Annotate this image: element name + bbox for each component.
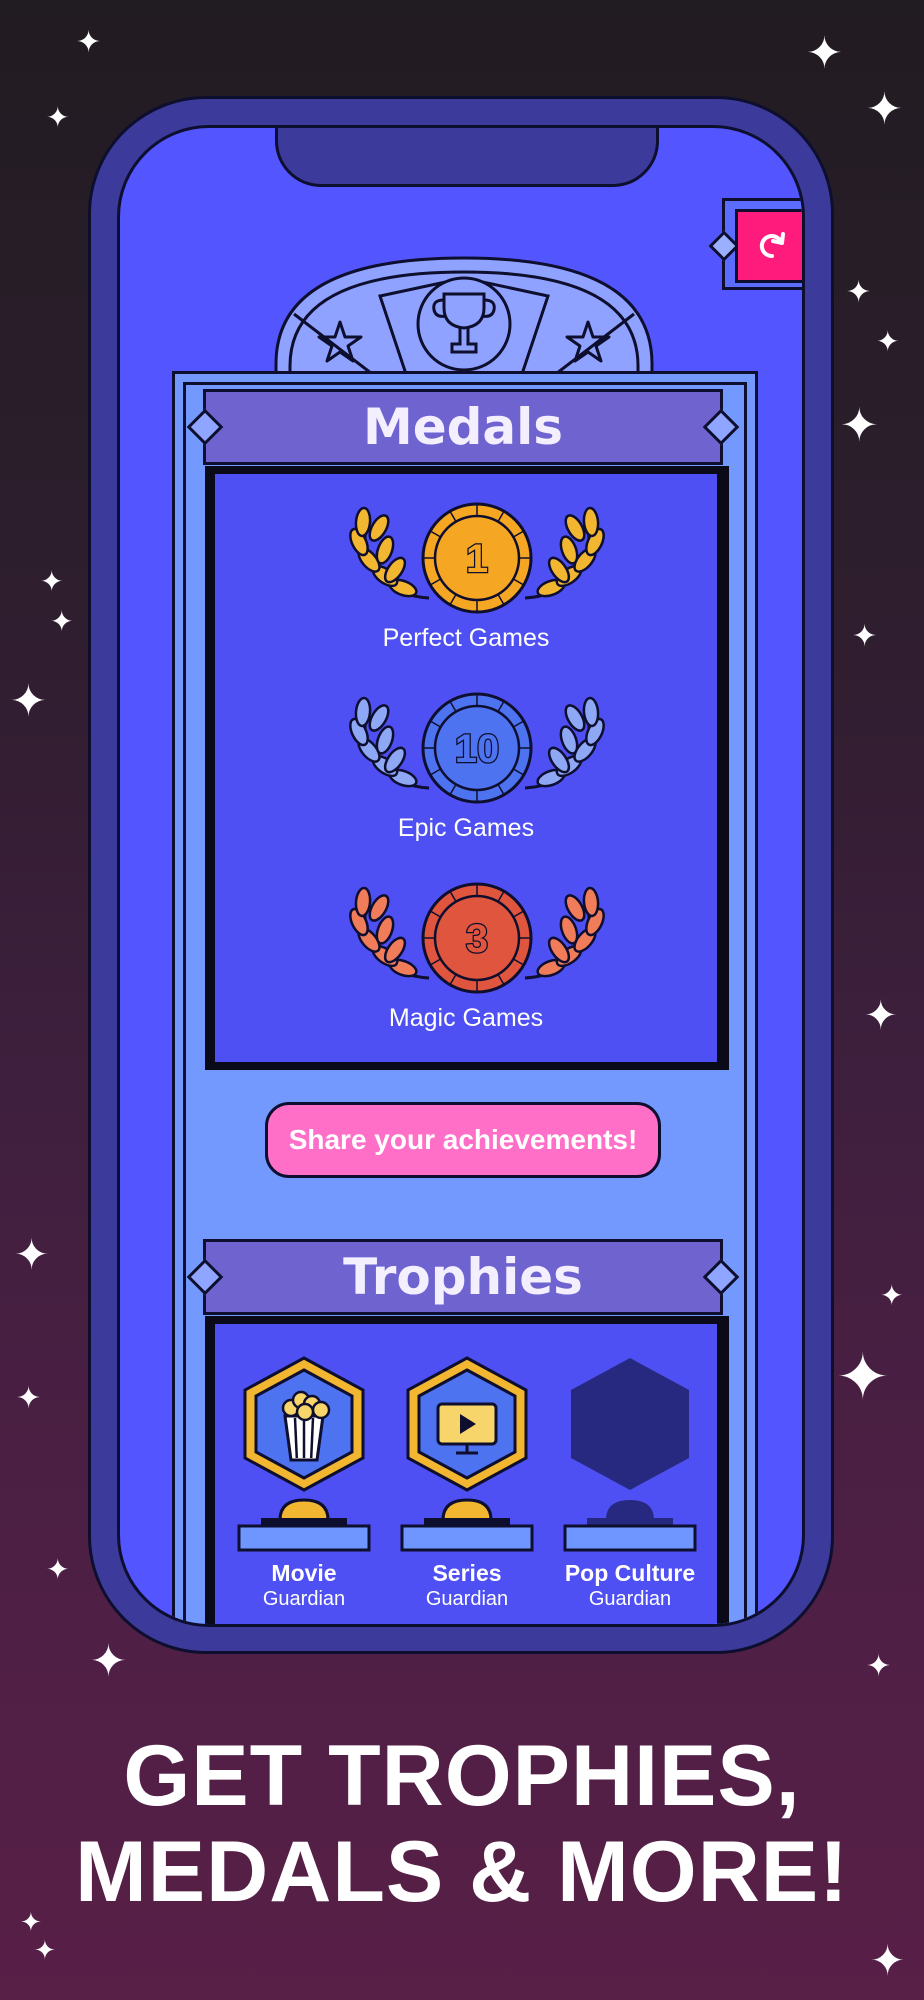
- medal-epic-games[interactable]: 10 Epic Games: [215, 690, 717, 870]
- phone-mockup: Medals 1 Perfect Games 10 Epic Games 3 Magi…: [88, 96, 834, 1654]
- medals-title: Medals: [362, 398, 564, 456]
- sparkle-icon: ✦: [866, 1649, 892, 1684]
- trophy-subtitle: Guardian: [262, 1588, 346, 1610]
- medal-laurel-icon: 3: [349, 882, 605, 994]
- trophies-title: Trophies: [343, 1248, 583, 1306]
- trophy-name: Movie: [271, 1560, 337, 1586]
- medal-count: 1: [466, 537, 488, 581]
- share-button-label: Share your achievements!: [288, 1124, 638, 1155]
- sparkle-icon: ✦: [840, 398, 879, 452]
- trophy-subtitle: Guardian: [588, 1588, 672, 1610]
- sparkle-icon: ✦: [40, 565, 64, 598]
- trophy-movie-guardian[interactable]: Movie Guardian: [237, 1354, 371, 1614]
- phone-notch: [275, 128, 659, 187]
- headline-line-1: GET TROPHIES,: [123, 1728, 801, 1824]
- sparkle-icon: ✦: [806, 28, 843, 79]
- tv-icon: [400, 1356, 534, 1552]
- achievements-frame: Medals 1 Perfect Games 10 Epic Games 3 Magi…: [172, 371, 758, 1624]
- sparkle-icon: ✦: [46, 1553, 70, 1586]
- trophy-name: Series: [432, 1560, 502, 1586]
- medal-laurel-icon: 1: [349, 502, 605, 614]
- medal-label: Perfect Games: [382, 624, 550, 652]
- trophies-banner: Trophies: [186, 1239, 740, 1315]
- medal-magic-games[interactable]: 3 Magic Games: [215, 880, 717, 1060]
- refresh-button[interactable]: [708, 198, 802, 290]
- medal-count: 3: [466, 917, 488, 961]
- trophies-panel: Movie Guardian Series Guardian Pop Cultu…: [205, 1316, 729, 1624]
- sparkle-icon: ✦: [836, 1341, 890, 1415]
- share-achievements-button[interactable]: Share your achievements!: [265, 1102, 661, 1178]
- medals-panel: 1 Perfect Games 10 Epic Games 3 Magic Games: [205, 466, 729, 1070]
- sparkle-icon: ✦: [10, 676, 47, 727]
- medal-label: Epic Games: [397, 814, 535, 842]
- medals-banner: Medals: [186, 389, 740, 465]
- sparkle-icon: ✦: [90, 1636, 127, 1687]
- sparkle-icon: ✦: [34, 1936, 56, 1966]
- trophy-name: Pop Culture: [564, 1560, 696, 1586]
- popcorn-icon: [237, 1356, 371, 1552]
- sparkle-icon: ✦: [50, 605, 74, 638]
- headline-line-2: MEDALS & MORE!: [75, 1824, 849, 1920]
- sparkle-icon: ✦: [846, 275, 872, 310]
- trophy-series-guardian[interactable]: Series Guardian: [400, 1354, 534, 1614]
- sparkle-icon: ✦: [866, 84, 903, 135]
- sparkle-icon: ✦: [864, 993, 898, 1039]
- sparkle-icon: ✦: [870, 1936, 906, 1985]
- trophy-pop-culture-guardian[interactable]: Pop Culture Guardian: [563, 1354, 697, 1614]
- locked-trophy-icon: [563, 1358, 697, 1552]
- medal-count: 10: [455, 727, 500, 771]
- phone-screen: Medals 1 Perfect Games 10 Epic Games 3 Magi…: [117, 125, 805, 1627]
- refresh-button-face[interactable]: [735, 209, 802, 283]
- trophy-crest-icon: [274, 256, 654, 380]
- medal-label: Magic Games: [388, 1004, 544, 1032]
- sparkle-icon: ✦: [76, 25, 102, 60]
- refresh-icon: [759, 232, 785, 259]
- sparkle-icon: ✦: [14, 1230, 50, 1279]
- promo-headline: GET TROPHIES, MEDALS & MORE!: [0, 1728, 924, 1920]
- sparkle-icon: ✦: [852, 619, 878, 654]
- sparkle-icon: ✦: [876, 325, 900, 358]
- medal-laurel-icon: 10: [349, 692, 605, 804]
- sparkle-icon: ✦: [880, 1279, 904, 1312]
- sparkle-icon: ✦: [46, 101, 70, 134]
- trophy-subtitle: Guardian: [425, 1588, 509, 1610]
- medal-perfect-games[interactable]: 1 Perfect Games: [215, 500, 717, 680]
- sparkle-icon: ✦: [16, 1381, 42, 1416]
